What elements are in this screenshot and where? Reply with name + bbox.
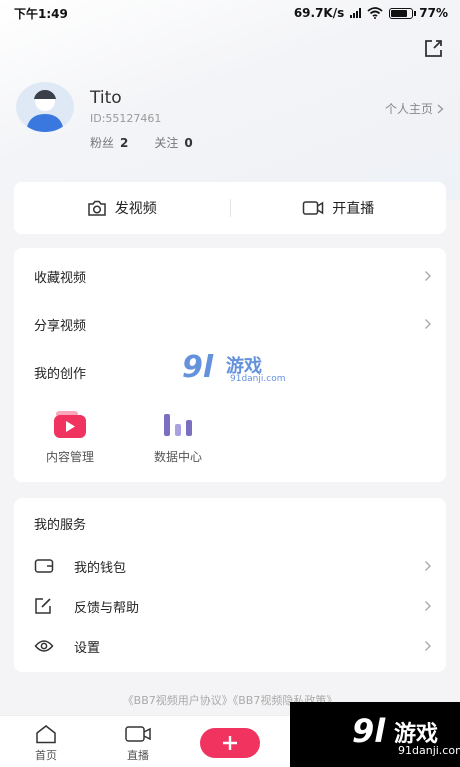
wallet-label: 我的钱包 <box>74 560 127 576</box>
watermark-badge: 9l 游戏 91danji.com <box>290 702 460 767</box>
go-live-button[interactable]: 开直播 <box>231 198 447 218</box>
battery-percent: 77% <box>419 6 448 20</box>
home-icon <box>36 725 56 744</box>
signal-icon <box>350 8 362 18</box>
profile-header: Tito ID:55127461 粉丝 2 关注 0 个人主页 <box>16 82 446 162</box>
battery-fill <box>391 9 407 17</box>
chevron-right-icon <box>425 271 431 281</box>
homepage-link[interactable]: 个人主页 <box>385 100 444 117</box>
homepage-label: 个人主页 <box>384 102 433 116</box>
tab-live[interactable]: 直播 <box>108 724 168 763</box>
go-live-label: 开直播 <box>332 201 375 217</box>
share-icon[interactable] <box>422 36 446 60</box>
chevron-right-icon <box>425 641 431 651</box>
upload-video-button[interactable]: 发视频 <box>14 198 230 218</box>
share-row[interactable]: 分享视频 <box>34 312 432 336</box>
video-camera-icon <box>303 201 324 215</box>
username: Tito <box>90 88 122 108</box>
services-card: 我的服务 我的钱包 反馈与帮助 设置 <box>14 498 446 672</box>
status-time: 下午1:49 <box>14 6 68 21</box>
watermark-site: 91danji.com <box>230 374 286 384</box>
network-speed: 69.7K/s <box>293 6 345 20</box>
watermark-number: 9l <box>182 350 214 385</box>
camera-icon <box>88 200 106 216</box>
tab-home[interactable]: 首页 <box>16 724 76 763</box>
watermark-site: 91danji.com <box>398 744 460 757</box>
creation-title: 我的创作 <box>34 367 87 382</box>
edit-icon <box>35 598 51 614</box>
create-button[interactable] <box>200 728 260 758</box>
watermark-logo: 9l 游戏 91danji.com <box>182 350 286 386</box>
bar-chart-icon <box>158 408 198 442</box>
follow-stats: 粉丝 2 关注 0 <box>90 134 193 151</box>
battery-icon <box>389 7 417 19</box>
video-camera-icon <box>125 726 151 742</box>
upload-video-label: 发视频 <box>114 201 157 217</box>
favorites-label: 收藏视频 <box>34 270 87 286</box>
creation-tools: 内容管理 数据中心 <box>28 408 220 465</box>
tab-home-label: 首页 <box>35 749 57 762</box>
status-indicators: 69.7K/s 77% <box>294 6 448 20</box>
chevron-right-icon <box>437 103 444 114</box>
tool-label: 内容管理 <box>45 450 94 464</box>
share-label: 分享视频 <box>34 318 87 334</box>
watermark-number: 9l <box>352 712 386 750</box>
fans-label: 粉丝 <box>90 136 115 150</box>
data-center-button[interactable]: 数据中心 <box>136 408 220 465</box>
following-count: 0 <box>184 136 193 150</box>
settings-row[interactable]: 设置 <box>34 634 432 658</box>
content-management-button[interactable]: 内容管理 <box>28 408 112 465</box>
chevron-right-icon <box>425 601 431 611</box>
following-label: 关注 <box>154 136 179 150</box>
status-bar: 下午1:49 69.7K/s 77% <box>0 0 460 26</box>
fans-stat[interactable]: 粉丝 2 <box>90 134 128 151</box>
eye-icon <box>34 640 54 652</box>
feedback-row[interactable]: 反馈与帮助 <box>34 594 432 618</box>
chevron-right-icon <box>425 319 431 329</box>
wifi-icon <box>367 7 383 19</box>
quick-actions: 发视频 开直播 <box>14 182 446 234</box>
tool-label: 数据中心 <box>153 450 202 464</box>
fans-count: 2 <box>120 136 129 150</box>
play-icon <box>50 408 90 442</box>
tab-live-label: 直播 <box>127 749 149 762</box>
wallet-icon <box>34 559 54 573</box>
wallet-row[interactable]: 我的钱包 <box>34 554 432 578</box>
chevron-right-icon <box>425 561 431 571</box>
user-id: ID:55127461 <box>90 112 162 125</box>
feedback-label: 反馈与帮助 <box>74 600 140 616</box>
following-stat[interactable]: 关注 0 <box>154 134 192 151</box>
plus-icon <box>223 736 237 750</box>
avatar[interactable] <box>16 82 74 132</box>
services-title: 我的服务 <box>34 518 87 533</box>
favorites-row[interactable]: 收藏视频 <box>34 264 432 288</box>
settings-label: 设置 <box>74 640 101 656</box>
